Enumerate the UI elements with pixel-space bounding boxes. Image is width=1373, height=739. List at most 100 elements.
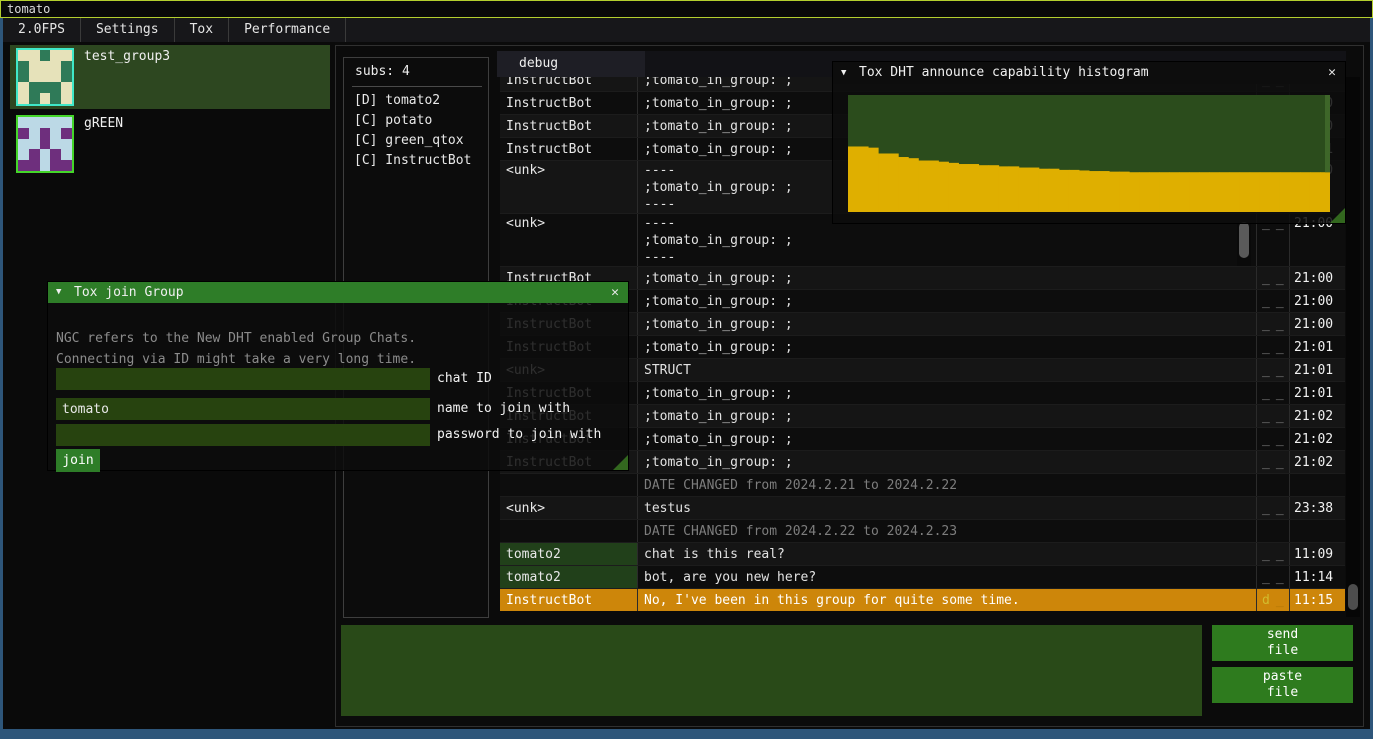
chat-row-name xyxy=(500,474,638,496)
collapse-arrow-icon[interactable]: ▼ xyxy=(841,62,846,84)
chat-row[interactable]: DATE CHANGED from 2024.2.22 to 2024.2.23 xyxy=(500,519,1345,542)
join-button[interactable]: join xyxy=(56,449,100,472)
chat-row-time: 11:09 xyxy=(1290,543,1344,565)
menu-item-tox[interactable]: Tox xyxy=(175,18,229,42)
chat-row-time: 21:01 xyxy=(1290,336,1344,358)
chat-row-message: chat is this real? xyxy=(638,543,1257,565)
join-group-window-body: NGC refers to the New DHT enabled Group … xyxy=(48,303,628,470)
subs-member-list: [D] tomato2[C] potato[C] green_qtox[C] I… xyxy=(354,91,471,171)
window-frame-bottom xyxy=(0,729,1373,739)
subs-member: [C] potato xyxy=(354,111,471,131)
close-icon[interactable]: ✕ xyxy=(1328,62,1336,84)
chat-row-message: ;tomato_in_group: ; xyxy=(638,336,1257,358)
group-item-test-group3[interactable]: test_group3 xyxy=(10,45,330,109)
chat-row-flags xyxy=(1257,474,1290,496)
message-input[interactable] xyxy=(341,625,1202,716)
chat-row-message: ;tomato_in_group: ; xyxy=(638,428,1257,450)
chat-row-flags: __ xyxy=(1257,497,1290,519)
chat-row-flags: __ xyxy=(1257,405,1290,427)
send-file-button[interactable]: send file xyxy=(1212,625,1353,661)
chat-row-time: 21:02 xyxy=(1290,428,1344,450)
chat-row-name: InstructBot xyxy=(500,77,638,91)
collapse-arrow-icon[interactable]: ▼ xyxy=(56,282,61,303)
chat-row-message: ;tomato_in_group: ; xyxy=(638,313,1257,335)
name-to-join-with-label: name to join with xyxy=(437,401,570,416)
dht-histogram-window: ▼ Tox DHT announce capability histogram … xyxy=(833,62,1345,223)
subs-member: [C] green_qtox xyxy=(354,131,471,151)
chat-row[interactable]: tomato2bot, are you new here?__11:14 xyxy=(500,565,1345,588)
dht-histogram-window-titlebar[interactable]: ▼ Tox DHT announce capability histogram … xyxy=(833,62,1345,84)
close-icon[interactable]: ✕ xyxy=(611,282,619,303)
chat-row-flags: __ xyxy=(1257,267,1290,289)
paste-file-button[interactable]: paste file xyxy=(1212,667,1353,703)
chat-row-name: tomato2 xyxy=(500,543,638,565)
chat-row-flags: __ xyxy=(1257,290,1290,312)
message-cell-scrollbar-thumb[interactable] xyxy=(1239,222,1249,258)
join-group-window: ▼ Tox join Group ✕ NGC refers to the New… xyxy=(48,282,628,470)
password-to-join-with-field[interactable] xyxy=(56,424,430,446)
group-item-green[interactable]: gREEN xyxy=(10,112,330,176)
chat-row-name: InstructBot xyxy=(500,115,638,137)
chat-row-message: ;tomato_in_group: ; xyxy=(638,451,1257,473)
chat-row-flags xyxy=(1257,520,1290,542)
name-to-join-with-field[interactable] xyxy=(56,398,430,420)
chat-row-time: 21:00 xyxy=(1290,267,1344,289)
chat-row-message: ;tomato_in_group: ; xyxy=(638,405,1257,427)
chat-id-label: chat ID xyxy=(437,371,492,386)
dht-histogram-window-title: Tox DHT announce capability histogram xyxy=(859,62,1149,84)
chat-row-time: 11:15 xyxy=(1290,589,1344,611)
chat-row-message: No, I've been in this group for quite so… xyxy=(638,589,1257,611)
group-avatar xyxy=(16,115,74,173)
chat-row-time: 21:02 xyxy=(1290,451,1344,473)
chat-row-time: 11:14 xyxy=(1290,566,1344,588)
subs-member: [C] InstructBot xyxy=(354,151,471,171)
chat-row-name: InstructBot xyxy=(500,92,638,114)
fps-status: 2.0FPS xyxy=(3,18,81,42)
chat-row-flags: __ xyxy=(1257,543,1290,565)
chat-row[interactable]: tomato2chat is this real?__11:09 xyxy=(500,542,1345,565)
chat-row-message: STRUCT xyxy=(638,359,1257,381)
histogram-bars xyxy=(848,95,1330,212)
chat-scrollbar[interactable] xyxy=(1346,77,1360,617)
resize-grip[interactable] xyxy=(1330,208,1345,223)
chat-row-name: InstructBot xyxy=(500,138,638,160)
menu-item-settings[interactable]: Settings xyxy=(81,18,175,42)
histogram-plot[interactable] xyxy=(848,95,1330,212)
group-name-label: test_group3 xyxy=(84,49,170,64)
chat-scrollbar-thumb[interactable] xyxy=(1348,584,1358,610)
chat-row-flags: __ xyxy=(1257,566,1290,588)
chat-row-time xyxy=(1290,474,1344,496)
chat-row-time: 23:38 xyxy=(1290,497,1344,519)
resize-grip[interactable] xyxy=(613,455,628,470)
subs-count-label: subs: 4 xyxy=(355,64,410,79)
chat-row[interactable]: DATE CHANGED from 2024.2.21 to 2024.2.22 xyxy=(500,473,1345,496)
chat-row-time: 21:00 xyxy=(1290,313,1344,335)
chat-row-message: ;tomato_in_group: ; xyxy=(638,267,1257,289)
menu-item-performance[interactable]: Performance xyxy=(229,18,346,42)
chat-row-message: testus xyxy=(638,497,1257,519)
chat-row-time: 21:00 xyxy=(1290,290,1344,312)
chat-row-name: <unk> xyxy=(500,497,638,519)
chat-row-flags: __ xyxy=(1257,336,1290,358)
chat-id-field[interactable] xyxy=(56,368,430,390)
chat-row-message: ;tomato_in_group: ; xyxy=(638,382,1257,404)
chat-row-name: InstructBot xyxy=(500,589,638,611)
app-window: tomato 2.0FPSSettingsToxPerformance test… xyxy=(0,0,1373,739)
chat-row-time xyxy=(1290,520,1344,542)
join-info-line: NGC refers to the New DHT enabled Group … xyxy=(56,331,416,346)
chat-row-flags: __ xyxy=(1257,313,1290,335)
chat-row-flags: __ xyxy=(1257,451,1290,473)
chat-row-message: DATE CHANGED from 2024.2.22 to 2024.2.23 xyxy=(638,520,1257,542)
join-group-window-titlebar[interactable]: ▼ Tox join Group ✕ xyxy=(48,282,628,303)
chat-row-name: <unk> xyxy=(500,161,638,213)
message-cell-scrollbar[interactable] xyxy=(1237,216,1251,266)
tab-debug[interactable]: debug xyxy=(497,51,645,77)
dht-histogram-window-body xyxy=(833,84,1345,223)
join-group-window-title: Tox join Group xyxy=(74,282,184,303)
chat-row[interactable]: <unk>testus__23:38 xyxy=(500,496,1345,519)
subs-separator xyxy=(352,86,482,87)
chat-row-name: tomato2 xyxy=(500,566,638,588)
chat-row-message: ;tomato_in_group: ; xyxy=(638,290,1257,312)
chat-row[interactable]: InstructBotNo, I've been in this group f… xyxy=(500,588,1345,611)
window-titlebar[interactable]: tomato xyxy=(0,0,1373,18)
